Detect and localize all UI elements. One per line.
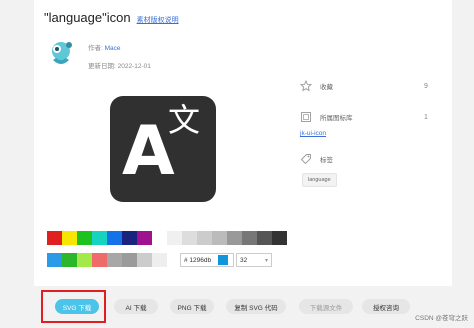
color-swatch[interactable] [137,231,152,245]
favorite-button[interactable]: 收藏 [300,80,333,92]
tag-icon [300,154,311,165]
chevron-down-icon: ▾ [264,257,268,264]
color-swatch[interactable] [197,231,212,245]
color-swatch[interactable] [62,231,77,245]
png-download-button[interactable]: PNG 下载 [170,299,214,314]
copyright-link[interactable]: 素材版权说明 [137,15,179,25]
star-icon [300,80,312,92]
color-swatch[interactable] [77,231,92,245]
tags-row: 标签 [300,153,333,165]
watermark: CSDN @苍穹之跃 [415,315,468,322]
highlight-box [41,290,106,323]
color-swatch[interactable] [92,231,107,245]
color-swatch[interactable] [182,231,197,245]
size-value: 32 [240,256,248,264]
source-download-button[interactable]: 下载源文件 [299,299,353,314]
library-count: 1 [424,114,428,121]
author-label: 作者: [88,45,103,52]
color-preview-swatch [218,255,228,265]
library-row: 所属图标库 [300,111,353,123]
color-swatch[interactable] [227,231,242,245]
license-button[interactable]: 授权咨询 [362,299,410,314]
color-swatch[interactable] [167,231,182,245]
color-palette-row-2 [47,253,167,267]
tag-chip[interactable]: language [302,173,337,187]
color-palette-row-1 [47,231,287,245]
color-swatch[interactable] [47,231,62,245]
favorite-count: 9 [424,83,428,90]
color-swatch[interactable] [47,253,62,267]
language-icon: A 文 [110,96,216,202]
library-label: 所属图标库 [320,115,353,122]
library-link[interactable]: jk-ui-icon [300,130,326,137]
page-title: "language"icon [44,10,131,25]
color-hex-value: # 1296db [184,256,212,264]
updated-date: 2022-12-01 [117,63,151,70]
color-swatch[interactable] [257,231,272,245]
author-line: 作者: Mace [88,42,121,52]
updated-line: 更新日期: 2022-12-01 [88,60,151,70]
color-swatch[interactable] [122,231,137,245]
author-avatar[interactable] [46,38,76,68]
color-swatch[interactable] [242,231,257,245]
color-swatch[interactable] [107,253,122,267]
tags-label: 标签 [320,157,333,164]
color-swatch[interactable] [77,253,92,267]
color-swatch[interactable] [62,253,77,267]
color-swatch[interactable] [122,253,137,267]
glyph-latin: A [122,112,175,191]
favorite-label: 收藏 [320,84,333,91]
author-name[interactable]: Mace [105,45,121,52]
color-swatch[interactable] [152,231,167,245]
color-swatch[interactable] [272,231,287,245]
title-row: "language"icon 素材版权说明 [44,10,179,28]
glyph-cjk: 文 [168,101,201,139]
color-swatch[interactable] [107,231,122,245]
color-swatch[interactable] [152,253,167,267]
color-swatch[interactable] [92,253,107,267]
size-select[interactable]: 32 ▾ [236,253,272,267]
ai-download-button[interactable]: AI 下载 [114,299,158,314]
copy-svg-button[interactable]: 复制 SVG 代码 [226,299,286,314]
library-icon [301,112,311,122]
color-swatch[interactable] [212,231,227,245]
updated-label: 更新日期: [88,63,116,70]
color-swatch[interactable] [137,253,152,267]
